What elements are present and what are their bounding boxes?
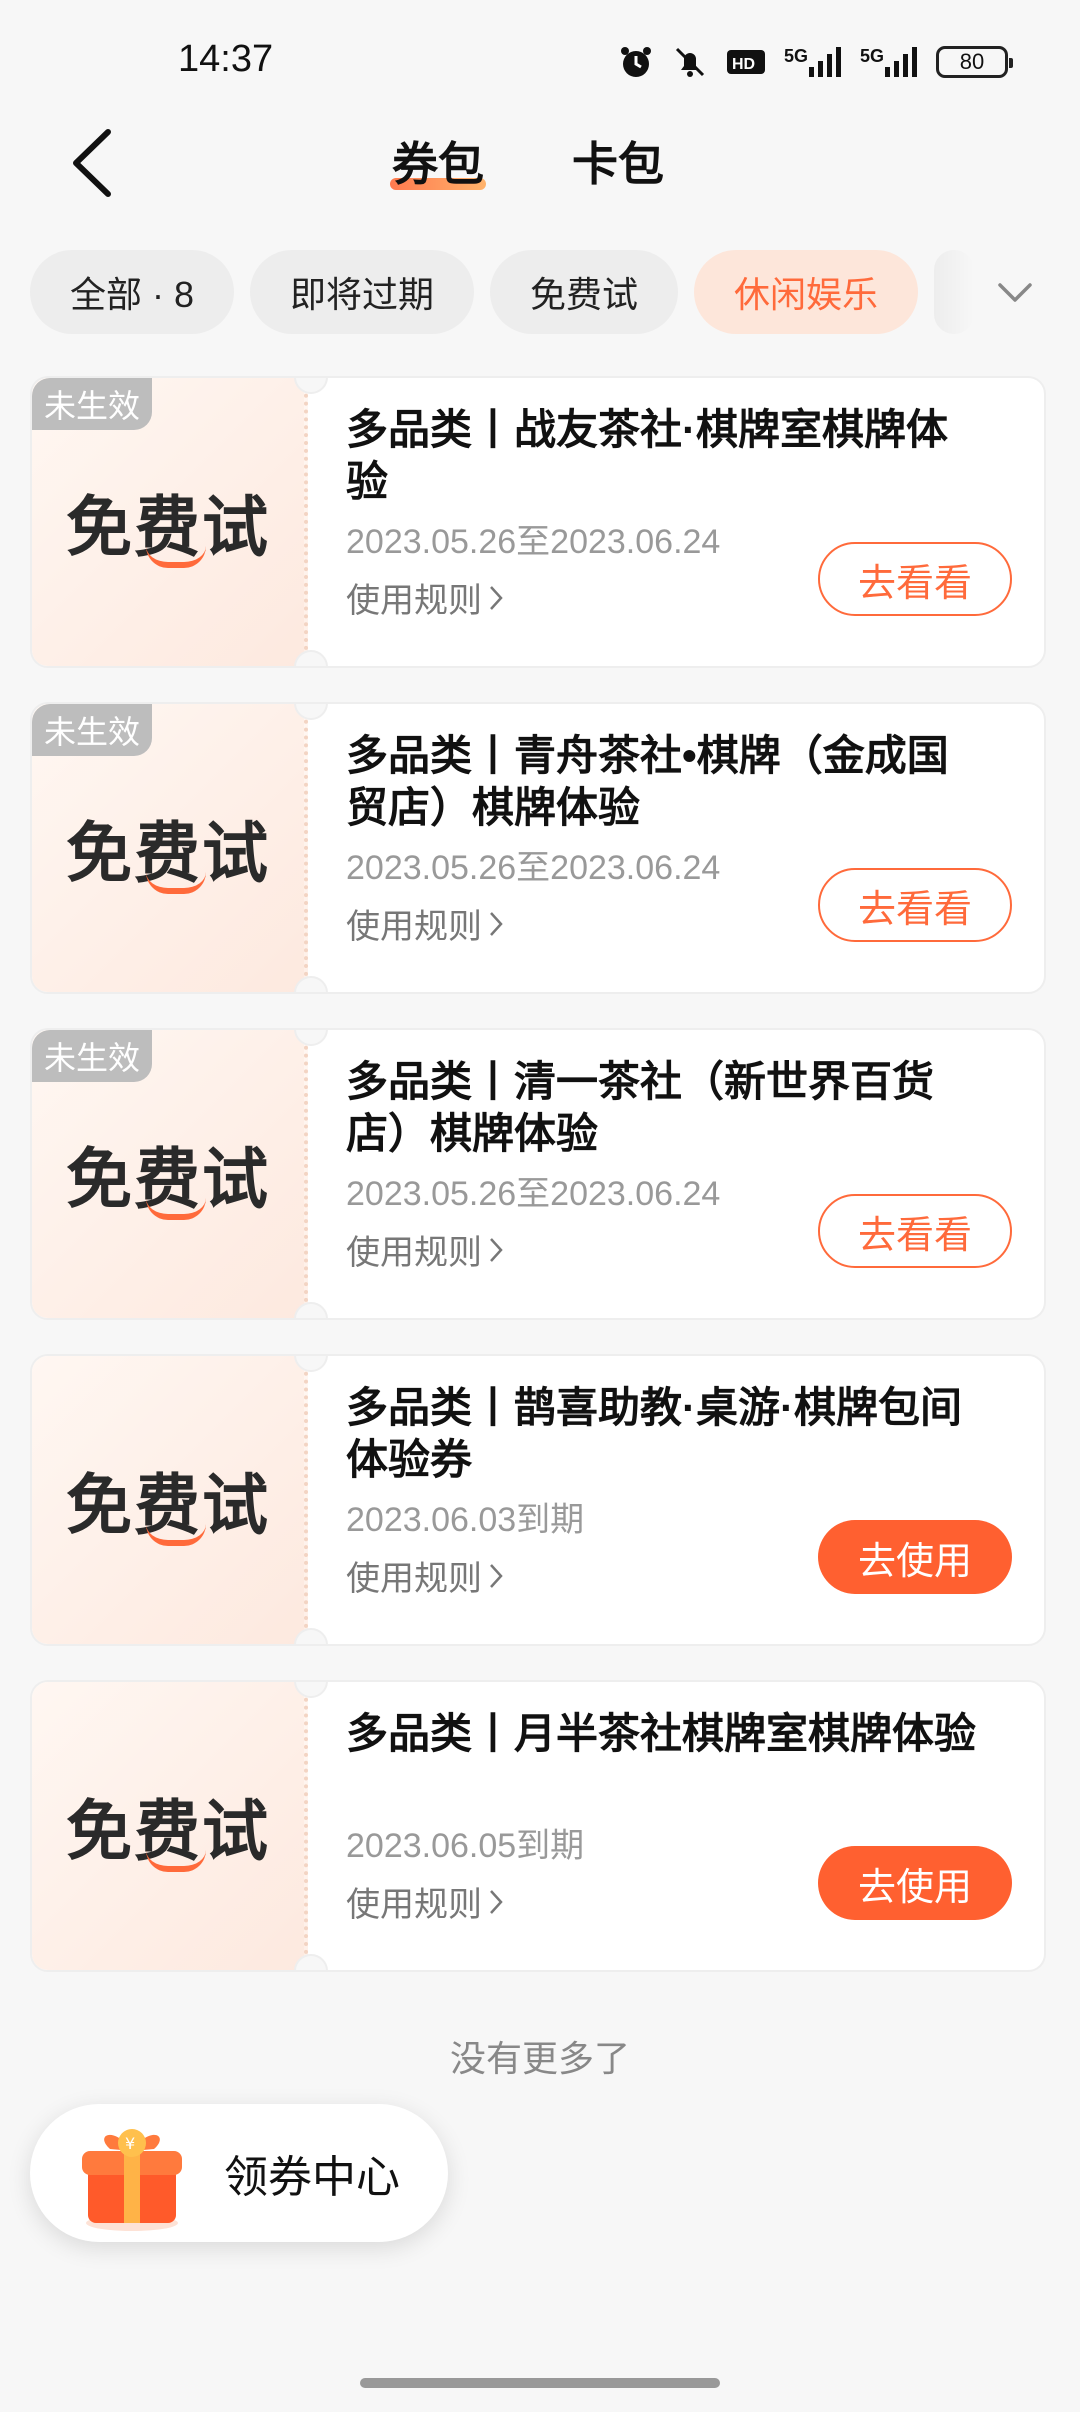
network-type-label: 5G: [859, 46, 884, 66]
expand-filters-button[interactable]: [990, 268, 1040, 318]
back-arrow-icon: [73, 129, 111, 197]
status-badge: 未生效: [32, 704, 153, 756]
chip-overflow[interactable]: [934, 250, 975, 334]
chevron-right-icon: [490, 1237, 503, 1262]
chip-free-trial[interactable]: 免费试: [490, 250, 679, 334]
free-trial-logo: 免费试: [66, 1467, 270, 1546]
gift-box-icon: ¥: [82, 2129, 182, 2231]
coupon-title: 多品类丨青舟茶社•棋牌（金成国贸店）棋牌体验: [346, 732, 949, 831]
use-button[interactable]: 去使用: [818, 1846, 1012, 1920]
view-button[interactable]: 去看看: [818, 868, 1012, 942]
tab-cards[interactable]: 卡包: [572, 128, 664, 194]
coupon-card[interactable]: 免费试 未生效 多品类丨战友茶社·棋牌室棋牌体验 2023.05.26至2023…: [30, 376, 1046, 668]
chip-leisure[interactable]: 休闲娱乐: [694, 250, 919, 334]
coupon-card[interactable]: 免费试 多品类丨月半茶社棋牌室棋牌体验 2023.06.05到期 使用规则 去使…: [30, 1680, 1046, 1972]
free-trial-logo: 免费试: [66, 1793, 270, 1872]
coupon-card[interactable]: 免费试 未生效 多品类丨青舟茶社•棋牌（金成国贸店）棋牌体验 2023.05.2…: [30, 702, 1046, 994]
svg-text:¥: ¥: [125, 2134, 135, 2153]
view-button[interactable]: 去看看: [818, 1194, 1012, 1268]
coupon-logo-area: 免费试 未生效: [32, 704, 308, 992]
wallet-tabs: 券包 卡包: [390, 128, 664, 194]
status-bar: 14:37 HD 5G 5G 80: [0, 0, 1080, 120]
chevron-right-icon: [490, 911, 503, 936]
coupon-card[interactable]: 免费试 未生效 多品类丨清一茶社（新世界百货店）棋牌体验 2023.05.26至…: [30, 1028, 1046, 1320]
svg-text:HD: HD: [732, 56, 755, 73]
home-indicator[interactable]: [360, 2378, 720, 2388]
coupon-title: 多品类丨战友茶社·棋牌室棋牌体验: [346, 406, 948, 505]
coupon-center-label: 领券中心: [224, 2153, 400, 2202]
chevron-down-icon: [998, 283, 1032, 302]
chip-expiring[interactable]: 即将过期: [250, 250, 475, 334]
coupon-center-button[interactable]: ¥ 领券中心: [30, 2104, 448, 2242]
status-icons: HD 5G 5G 80: [618, 40, 1013, 84]
chevron-right-icon: [490, 1563, 503, 1588]
free-trial-logo: 免费试: [66, 1141, 270, 1220]
chevron-right-icon: [490, 585, 503, 610]
alarm-icon: [618, 44, 654, 80]
battery-icon: 80: [936, 46, 1013, 78]
mute-icon: [672, 44, 708, 80]
filter-chips: 全部 · 8 即将过期 免费试 休闲娱乐: [30, 250, 980, 334]
tab-coupons[interactable]: 券包: [390, 128, 486, 194]
coupon-list: 免费试 未生效 多品类丨战友茶社·棋牌室棋牌体验 2023.05.26至2023…: [30, 376, 1046, 2006]
coupon-logo-area: 免费试 未生效: [32, 1030, 308, 1318]
hd-icon: HD: [726, 47, 766, 77]
status-badge: 未生效: [32, 378, 153, 430]
coupon-title: 多品类丨鹊喜助教·桌游·棋牌包间体验券: [346, 1384, 962, 1483]
signal-icon: 5G: [859, 46, 918, 77]
coupon-title: 多品类丨清一茶社（新世界百货店）棋牌体验: [346, 1058, 935, 1157]
view-button[interactable]: 去看看: [818, 542, 1012, 616]
coupon-logo-area: 免费试: [32, 1356, 308, 1644]
use-button[interactable]: 去使用: [818, 1520, 1012, 1594]
chip-all[interactable]: 全部 · 8: [30, 250, 235, 334]
top-nav: 券包 卡包: [0, 118, 1080, 248]
status-badge: 未生效: [32, 1030, 153, 1082]
coupon-logo-area: 免费试 未生效: [32, 378, 308, 666]
coupon-logo-area: 免费试: [32, 1682, 308, 1970]
network-type-label: 5G: [783, 46, 808, 66]
status-time: 14:37: [178, 38, 274, 80]
signal-icon: 5G: [783, 46, 842, 77]
end-of-list-text: 没有更多了: [449, 2038, 630, 2079]
free-trial-logo: 免费试: [66, 489, 270, 568]
chevron-right-icon: [490, 1889, 503, 1914]
coupon-card[interactable]: 免费试 多品类丨鹊喜助教·桌游·棋牌包间体验券 2023.06.03到期 使用规…: [30, 1354, 1046, 1646]
back-button[interactable]: [52, 118, 132, 208]
free-trial-logo: 免费试: [66, 815, 270, 894]
coupon-title: 多品类丨月半茶社棋牌室棋牌体验: [346, 1710, 977, 1757]
